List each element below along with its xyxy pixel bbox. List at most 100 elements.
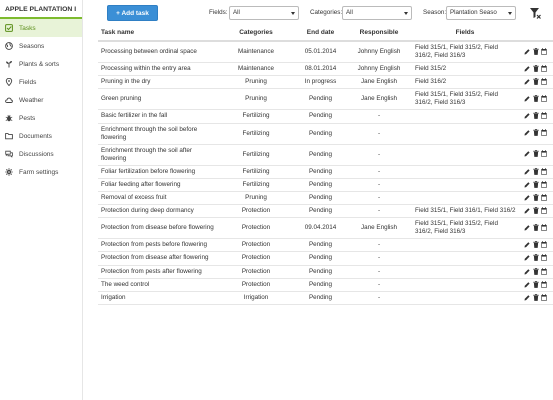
task-name-cell[interactable]: Enrichment through the soil before flowe… bbox=[98, 123, 217, 145]
edit-icon[interactable] bbox=[524, 224, 530, 231]
sidebar-item-pests[interactable]: Pests bbox=[0, 109, 82, 127]
table-row[interactable]: Protection from disease after flowering P… bbox=[98, 251, 553, 266]
calendar-icon[interactable] bbox=[541, 207, 547, 214]
calendar-icon[interactable] bbox=[541, 150, 547, 158]
delete-icon[interactable] bbox=[532, 150, 539, 158]
edit-icon[interactable] bbox=[524, 281, 530, 288]
task-name-cell[interactable]: Enrichment through the soil after flower… bbox=[98, 144, 217, 166]
delete-icon[interactable] bbox=[532, 48, 539, 55]
column-header-categories[interactable]: Categories bbox=[217, 24, 295, 42]
delete-icon[interactable] bbox=[532, 78, 539, 86]
task-name-cell[interactable]: Green pruning bbox=[98, 88, 217, 111]
delete-icon[interactable] bbox=[532, 254, 539, 262]
edit-icon[interactable] bbox=[524, 268, 530, 275]
sidebar-item-tasks[interactable]: Tasks bbox=[0, 19, 82, 37]
delete-icon[interactable] bbox=[532, 112, 539, 120]
edit-icon[interactable] bbox=[524, 48, 530, 55]
delete-icon[interactable] bbox=[532, 241, 539, 249]
task-name-cell[interactable]: Removal of excess fruit bbox=[98, 191, 217, 206]
season-filter-select[interactable]: Plantation Seaso bbox=[446, 6, 516, 20]
delete-icon[interactable] bbox=[532, 193, 539, 201]
task-name-cell[interactable]: Protection during deep dormancy bbox=[98, 204, 217, 219]
calendar-icon[interactable] bbox=[541, 167, 547, 175]
categories-filter-select[interactable]: All bbox=[342, 6, 412, 20]
add-task-button[interactable]: + Add task bbox=[107, 5, 158, 21]
edit-icon[interactable] bbox=[524, 112, 530, 119]
edit-icon[interactable] bbox=[524, 129, 530, 136]
calendar-icon[interactable] bbox=[541, 180, 547, 188]
table-row[interactable]: The weed control Protection Pending - bbox=[98, 278, 553, 292]
sidebar-item-discussions[interactable]: Discussions bbox=[0, 145, 82, 163]
fields-filter-select[interactable]: All bbox=[229, 6, 299, 20]
edit-icon[interactable] bbox=[524, 78, 530, 85]
delete-icon[interactable] bbox=[532, 293, 539, 301]
table-row[interactable]: Removal of excess fruit Pruning Pending - bbox=[98, 191, 553, 206]
table-row[interactable]: Basic fertilizer in the fall Fertilizing P… bbox=[98, 109, 553, 124]
calendar-icon[interactable] bbox=[541, 224, 547, 231]
edit-icon[interactable] bbox=[524, 207, 530, 214]
calendar-icon[interactable] bbox=[541, 78, 547, 85]
table-row[interactable]: Protection during deep dormancy Protectio… bbox=[98, 204, 553, 219]
delete-icon[interactable] bbox=[532, 207, 539, 214]
calendar-icon[interactable] bbox=[541, 95, 547, 103]
table-row[interactable]: Processing between ordinal space Maintena… bbox=[98, 41, 553, 63]
task-name-cell[interactable]: Protection from disease after flowering bbox=[98, 251, 217, 266]
task-name-cell[interactable]: Processing within the entry area bbox=[98, 62, 217, 77]
edit-icon[interactable] bbox=[524, 254, 530, 261]
table-row[interactable]: Irrigation Irrigation Pending - bbox=[98, 291, 553, 306]
table-row[interactable]: Pruning in the dry Pruning In progress Jane… bbox=[98, 75, 553, 90]
task-name-cell[interactable]: Protection from pests after flowering bbox=[98, 265, 217, 279]
table-row[interactable]: Green pruning Pruning Pending Jane English F… bbox=[98, 88, 553, 111]
calendar-icon[interactable] bbox=[541, 65, 547, 72]
calendar-icon[interactable] bbox=[541, 48, 547, 55]
calendar-icon[interactable] bbox=[541, 194, 547, 201]
edit-icon[interactable] bbox=[524, 181, 530, 188]
calendar-icon[interactable] bbox=[541, 294, 547, 301]
task-name-cell[interactable]: Pruning in the dry bbox=[98, 75, 217, 90]
clear-filter-icon[interactable] bbox=[529, 7, 541, 19]
delete-icon[interactable] bbox=[532, 267, 539, 275]
table-row[interactable]: Foliar feeding after flowering Fertilizin… bbox=[98, 178, 553, 192]
edit-icon[interactable] bbox=[524, 65, 530, 72]
task-name-cell[interactable]: Protection from pests before flowering bbox=[98, 238, 217, 253]
task-name-cell[interactable]: The weed control bbox=[98, 278, 217, 292]
table-row[interactable]: Foliar fertilization before flowering Fer… bbox=[98, 165, 553, 179]
calendar-icon[interactable] bbox=[541, 241, 547, 249]
edit-icon[interactable] bbox=[524, 294, 530, 301]
column-header-responsible[interactable]: Responsible bbox=[346, 24, 412, 42]
delete-icon[interactable] bbox=[532, 95, 539, 103]
task-name-cell[interactable]: Protection from disease before flowering bbox=[98, 217, 217, 240]
sidebar-item-plants-sorts[interactable]: Plants & sorts bbox=[0, 55, 82, 73]
delete-icon[interactable] bbox=[532, 280, 539, 288]
edit-icon[interactable] bbox=[524, 95, 530, 102]
calendar-icon[interactable] bbox=[541, 254, 547, 262]
calendar-icon[interactable] bbox=[541, 129, 547, 137]
calendar-icon[interactable] bbox=[541, 267, 547, 275]
delete-icon[interactable] bbox=[532, 129, 539, 137]
sidebar-item-fields[interactable]: Fields bbox=[0, 73, 82, 91]
edit-icon[interactable] bbox=[524, 150, 530, 157]
task-name-cell[interactable]: Foliar feeding after flowering bbox=[98, 178, 217, 192]
table-row[interactable]: Protection from disease before flowering… bbox=[98, 217, 553, 240]
column-header-end-date[interactable]: End date bbox=[295, 24, 346, 42]
delete-icon[interactable] bbox=[532, 224, 539, 232]
sidebar-item-documents[interactable]: Documents bbox=[0, 127, 82, 145]
column-header-fields[interactable]: Fields bbox=[412, 24, 518, 42]
edit-icon[interactable] bbox=[524, 194, 530, 201]
sidebar-item-farm-settings[interactable]: Farm settings bbox=[0, 163, 82, 181]
delete-icon[interactable] bbox=[532, 167, 539, 175]
task-name-cell[interactable]: Processing between ordinal space bbox=[98, 41, 217, 63]
table-row[interactable]: Protection from pests after flowering Pro… bbox=[98, 265, 553, 279]
sidebar-item-seasons[interactable]: Seasons bbox=[0, 37, 82, 55]
table-row[interactable]: Enrichment through the soil after flower… bbox=[98, 144, 553, 166]
sidebar-item-weather[interactable]: Weather bbox=[0, 91, 82, 109]
edit-icon[interactable] bbox=[524, 241, 530, 248]
task-name-cell[interactable]: Irrigation bbox=[98, 291, 217, 306]
table-row[interactable]: Enrichment through the soil before flowe… bbox=[98, 123, 553, 145]
table-row[interactable]: Processing within the entry area Maintena… bbox=[98, 62, 553, 77]
task-name-cell[interactable]: Basic fertilizer in the fall bbox=[98, 109, 217, 124]
delete-icon[interactable] bbox=[532, 65, 539, 72]
column-header-task-name[interactable]: Task name bbox=[98, 24, 217, 42]
table-row[interactable]: Protection from pests before flowering Pr… bbox=[98, 238, 553, 253]
task-name-cell[interactable]: Foliar fertilization before flowering bbox=[98, 165, 217, 179]
